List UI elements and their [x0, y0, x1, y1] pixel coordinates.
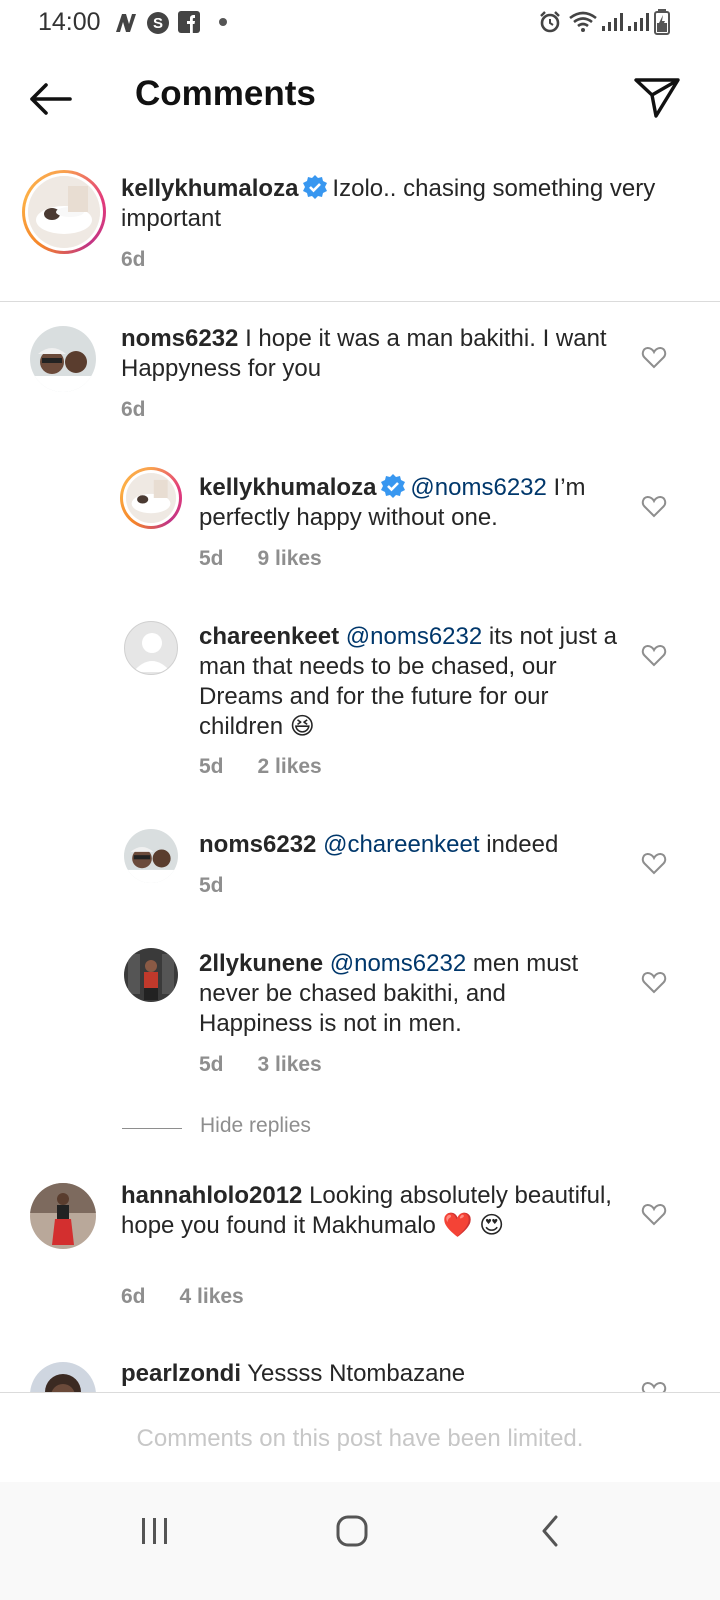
status-time: 14:00 [38, 8, 101, 36]
reply-text: kellykhumaloza @noms6232 I’m perfectly ha… [199, 473, 619, 533]
reply-meta: 5d 2 likes [199, 755, 356, 779]
alarm-icon [540, 11, 560, 33]
comments-limited-bar: Comments on this post have been limited. [0, 1392, 720, 1482]
share-button[interactable] [632, 72, 686, 122]
reply-mention[interactable]: @noms6232 [330, 950, 466, 977]
heart-outline-icon[interactable] [641, 851, 667, 875]
reply-time: 5d [199, 547, 224, 570]
caption-text: kellykhumaloza Izolo.. chasing something … [121, 174, 661, 234]
comment-likes[interactable]: 4 likes [180, 1285, 244, 1308]
nav-back-button[interactable] [520, 1506, 580, 1556]
comment-username[interactable]: pearlzondi [121, 1360, 241, 1387]
n-app-icon [116, 14, 136, 32]
home-button[interactable] [322, 1506, 382, 1556]
comment-username[interactable]: noms6232 [121, 325, 238, 352]
reply-time: 5d [199, 1053, 224, 1076]
heart-outline-icon[interactable] [641, 494, 667, 518]
reply-mention[interactable]: @chareenkeet [323, 831, 479, 858]
send-icon [634, 78, 680, 118]
back-arrow-icon [30, 83, 72, 115]
reply-avatar[interactable] [124, 829, 178, 883]
default-avatar-icon [133, 633, 171, 672]
caption-meta: 6d [121, 248, 180, 272]
comment-text: hannahlolo2012 Looking absolutely beauti… [121, 1181, 621, 1241]
header: Comments [0, 56, 720, 140]
comment-time: 6d [121, 1285, 146, 1308]
reply-username[interactable]: chareenkeet [199, 623, 339, 650]
reply-text: 2llykunene @noms6232 men must never be c… [199, 949, 619, 1039]
reply-meta: 5d 3 likes [199, 1053, 356, 1077]
comment-time: 6d [121, 398, 146, 421]
reply-username[interactable]: kellykhumaloza [199, 474, 376, 501]
avatar-photo [30, 326, 96, 392]
comment-username[interactable]: hannahlolo2012 [121, 1182, 302, 1209]
s-app-icon: S [147, 12, 169, 34]
avatar-photo [126, 473, 176, 523]
verified-badge-icon [303, 175, 328, 199]
signal-icon-2 [628, 13, 649, 31]
reply-time: 5d [199, 755, 224, 778]
battery-icon [654, 9, 670, 35]
nav-back-icon [542, 1515, 558, 1547]
reply-avatar[interactable] [124, 621, 178, 675]
avatar-photo [30, 1183, 96, 1249]
reply-avatar[interactable] [120, 467, 182, 529]
hide-replies-line [122, 1128, 182, 1129]
comment-text: pearlzondi Yessss Ntombazane [121, 1359, 621, 1389]
reply-text: chareenkeet @noms6232 its not just a man… [199, 622, 619, 742]
page-title: Comments [135, 74, 316, 113]
recent-apps-button[interactable] [125, 1506, 185, 1556]
heart-outline-icon[interactable] [641, 970, 667, 994]
caption-avatar[interactable] [22, 170, 106, 254]
back-button[interactable] [24, 74, 80, 124]
hide-replies-button[interactable]: Hide replies [122, 1114, 422, 1144]
svg-text:S: S [153, 15, 163, 32]
comment-body: Yessss Ntombazane [247, 1360, 466, 1387]
recent-apps-icon [142, 1518, 167, 1544]
reply-avatar[interactable] [124, 948, 178, 1002]
heart-outline-icon[interactable] [641, 643, 667, 667]
reply-mention[interactable]: @noms6232 [346, 623, 482, 650]
avatar-photo [124, 948, 178, 1002]
signal-icon-1 [602, 13, 623, 31]
comment-meta: 6d 4 likes [121, 1285, 278, 1309]
dot-icon [219, 18, 227, 26]
heart-outline-icon[interactable] [641, 1202, 667, 1226]
post-caption: kellykhumaloza Izolo.. chasing something … [0, 170, 720, 302]
reply-meta: 5d 9 likes [199, 547, 356, 571]
reply-meta: 5d [199, 874, 258, 898]
reply-body: indeed [486, 831, 559, 858]
wifi-icon [569, 11, 597, 32]
caption-time: 6d [121, 248, 146, 271]
commenter-avatar[interactable] [30, 1183, 96, 1249]
facebook-icon [178, 11, 200, 33]
reply-likes[interactable]: 3 likes [258, 1053, 322, 1076]
reply-likes[interactable]: 9 likes [258, 547, 322, 570]
avatar-photo [124, 829, 178, 883]
verified-badge-icon [381, 474, 406, 498]
caption-username[interactable]: kellykhumaloza [121, 175, 298, 202]
reply-username[interactable]: noms6232 [199, 831, 316, 858]
hide-replies-label: Hide replies [200, 1114, 311, 1137]
system-nav-bar [0, 1482, 720, 1600]
commenter-avatar[interactable] [30, 326, 96, 392]
comment-meta: 6d [121, 398, 180, 422]
comment-text: noms6232 I hope it was a man bakithi. I … [121, 324, 611, 384]
reply-mention[interactable]: @noms6232 [410, 474, 546, 501]
heart-outline-icon[interactable] [641, 345, 667, 369]
reply-likes[interactable]: 2 likes [258, 755, 322, 778]
comments-limited-text: Comments on this post have been limited. [136, 1425, 584, 1452]
reply-time: 5d [199, 874, 224, 897]
status-bar: 14:00 S [0, 0, 720, 46]
avatar-photo [28, 176, 100, 248]
home-icon [336, 1515, 368, 1547]
reply-text: noms6232 @chareenkeet indeed [199, 830, 619, 860]
reply-username[interactable]: 2llykunene [199, 950, 323, 977]
